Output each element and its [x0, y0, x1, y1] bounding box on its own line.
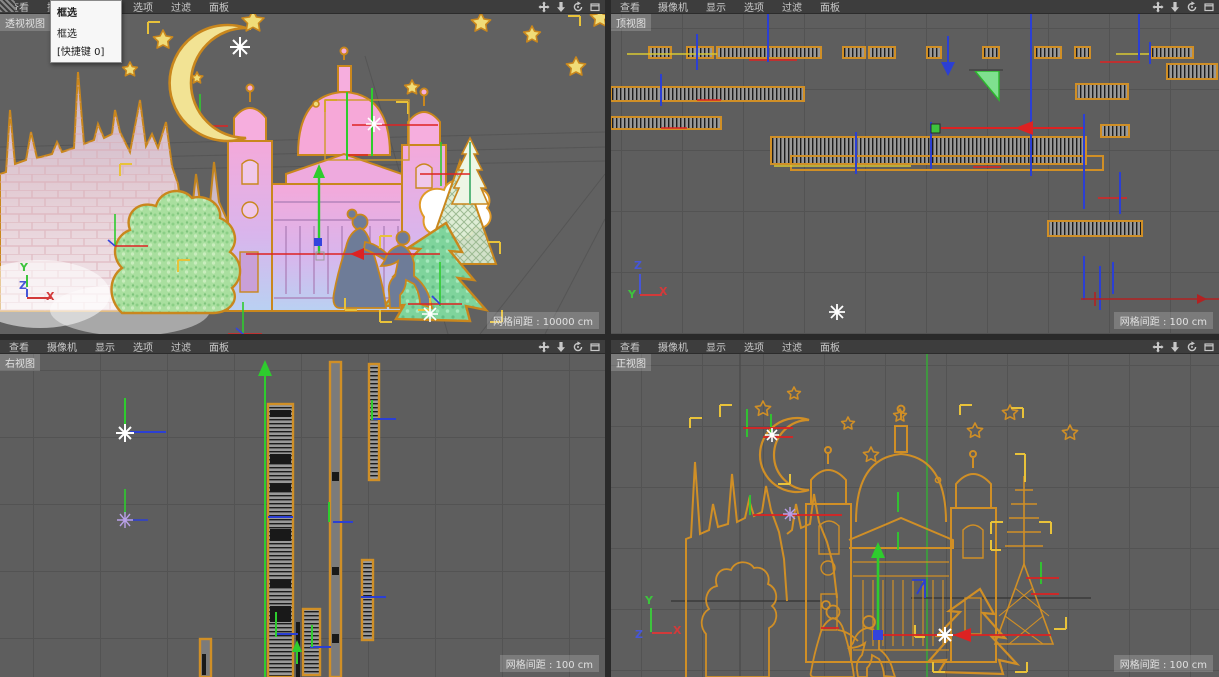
axis-indicator: Z Y X [611, 255, 681, 315]
axis-label-y: Y [645, 594, 653, 607]
maximize-icon[interactable] [1202, 341, 1216, 353]
x-axis-arrowhead [1197, 294, 1207, 304]
menu-item-camera[interactable]: 摄像机 [649, 0, 697, 14]
right-scene-canvas[interactable] [0, 354, 605, 677]
menu-item-panel[interactable]: 面板 [811, 340, 849, 354]
axis-label-x: X [659, 285, 668, 298]
zoom-icon[interactable] [1168, 341, 1182, 353]
menu-item-display[interactable]: 显示 [697, 340, 735, 354]
menu-item-panel[interactable]: 面板 [200, 340, 238, 354]
viewport-label: 右视图 [0, 354, 40, 371]
grid-spacing-status: 网格间距 : 10000 cm [487, 312, 599, 329]
viewport-label: 正视图 [611, 354, 651, 371]
selection-tool-tooltip: 框选 框选 [快捷键 0] [50, 0, 122, 63]
gizmo-origin[interactable] [930, 69, 1083, 135]
viewport-label: 顶视图 [611, 14, 651, 31]
pan-icon[interactable] [1151, 341, 1165, 353]
menu-item-filter[interactable]: 过滤 [162, 340, 200, 354]
viewport-top[interactable]: 查看 摄像机 显示 选项 过滤 面板 顶视图 Z Y X 网格间距: 100 … [611, 0, 1219, 334]
wire-man[interactable] [847, 615, 896, 677]
zoom-icon[interactable] [1168, 1, 1182, 13]
menu-item-filter[interactable]: 过滤 [773, 340, 811, 354]
axis-label-y: Y [20, 261, 28, 274]
menu-item-options[interactable]: 选项 [735, 340, 773, 354]
axis-indicator: Y Z X [625, 590, 715, 650]
wireframe-bars[interactable] [611, 46, 1218, 237]
rotate-icon[interactable] [571, 0, 585, 13]
c4d-quad-viewport-window: 查看 摄像机 显示 选项 过滤 面板 透视视图 [0, 0, 1219, 677]
menu-item-panel[interactable]: 面板 [200, 0, 238, 14]
viewport-menubar: 查看 摄像机 显示 选项 过滤 面板 [0, 340, 605, 354]
tooltip-subtitle: 框选 [57, 29, 77, 40]
wire-palace[interactable] [805, 404, 997, 663]
menu-item-view[interactable]: 查看 [0, 340, 38, 354]
menu-item-options[interactable]: 选项 [124, 340, 162, 354]
zoom-icon[interactable] [554, 341, 568, 353]
axis-label-z: Z [634, 259, 642, 272]
menu-item-view[interactable]: 查看 [611, 0, 649, 14]
wire-moon[interactable] [758, 416, 810, 494]
viewport-right[interactable]: 查看 摄像机 显示 选项 过滤 面板 右视图 网格间距: 100 cm [0, 340, 605, 677]
axis-label-x: X [673, 624, 682, 637]
menu-item-filter[interactable]: 过滤 [162, 0, 200, 14]
wire-stars[interactable] [754, 386, 1079, 484]
menu-item-options[interactable]: 选项 [124, 0, 162, 14]
wireframe-bars[interactable] [198, 360, 381, 677]
rotate-icon[interactable] [571, 340, 585, 353]
axis-label-z: Z [635, 628, 643, 641]
axis-indicator: Y Z X [0, 255, 70, 315]
menu-item-camera[interactable]: 摄像机 [649, 340, 697, 354]
grid-spacing-status: 网格间距 : 100 cm [1113, 312, 1213, 329]
zoom-icon[interactable] [554, 1, 568, 13]
tooltip-shortcut: [快捷键 0] [57, 47, 105, 58]
cursor-snowflake [116, 398, 166, 528]
menu-item-filter[interactable]: 过滤 [773, 0, 811, 14]
axis-label-y: Y [628, 288, 636, 301]
rotate-icon[interactable] [1185, 340, 1199, 353]
top-scene-canvas[interactable] [611, 14, 1219, 334]
pan-icon[interactable] [537, 341, 551, 353]
pan-icon[interactable] [1151, 1, 1165, 13]
menu-item-panel[interactable]: 面板 [811, 0, 849, 14]
toolbar-fragment-icon[interactable] [0, 0, 15, 12]
pan-icon[interactable] [537, 1, 551, 13]
tooltip-title: 框选 [57, 8, 77, 19]
maximize-icon[interactable] [588, 341, 602, 353]
maximize-icon[interactable] [1202, 1, 1216, 13]
viewport-menubar: 查看 摄像机 显示 选项 过滤 面板 [611, 0, 1219, 14]
maximize-icon[interactable] [588, 1, 602, 13]
z-axis-arrow[interactable] [941, 62, 955, 76]
menu-item-display[interactable]: 显示 [697, 0, 735, 14]
menu-item-camera[interactable]: 摄像机 [38, 340, 86, 354]
wire-pine[interactable] [993, 476, 1055, 645]
cursor-snowflake [829, 304, 845, 320]
rotate-icon[interactable] [1185, 0, 1199, 13]
menu-item-view[interactable]: 查看 [611, 340, 649, 354]
viewport-front[interactable]: 查看 摄像机 显示 选项 过滤 面板 正视图 Y Z X 网格间距: 100 … [611, 340, 1219, 677]
grid-spacing-status: 网格间距 : 100 cm [499, 655, 599, 672]
menu-item-options[interactable]: 选项 [735, 0, 773, 14]
grid-spacing-status: 网格间距 : 100 cm [1113, 655, 1213, 672]
viewport-menubar: 查看 摄像机 显示 选项 过滤 面板 [611, 340, 1219, 354]
menu-item-display[interactable]: 显示 [86, 340, 124, 354]
viewport-label: 透视视图 [0, 14, 50, 31]
